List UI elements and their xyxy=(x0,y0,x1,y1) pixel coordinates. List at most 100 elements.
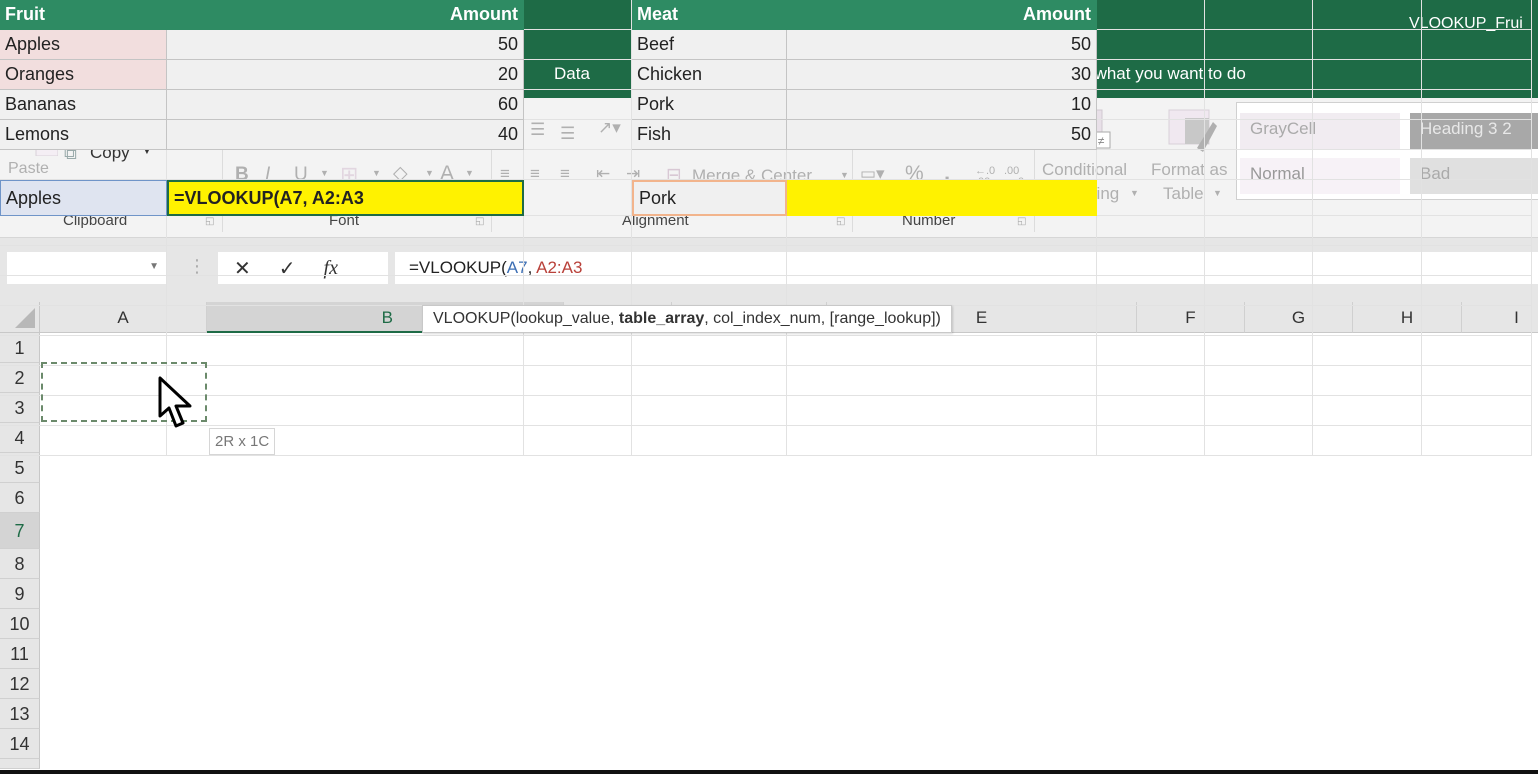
cell-a14[interactable] xyxy=(0,396,167,426)
cell-b13[interactable] xyxy=(167,366,524,396)
cell-g10[interactable] xyxy=(1205,276,1313,306)
meat-amount-header-cell[interactable]: Amount xyxy=(787,0,1097,30)
fruit-name-cell[interactable]: Apples xyxy=(0,30,167,60)
cell-a6[interactable] xyxy=(0,150,167,180)
fruit-amount-cell[interactable]: 40 xyxy=(167,120,524,150)
cell-d6[interactable] xyxy=(632,150,787,180)
meat-amount-cell[interactable]: 30 xyxy=(787,60,1097,90)
cell-i12[interactable] xyxy=(1422,336,1532,366)
cell-e6[interactable] xyxy=(787,150,1097,180)
cell-c12[interactable] xyxy=(524,336,632,366)
result-cell-e7[interactable] xyxy=(787,180,1097,216)
cell-h8[interactable] xyxy=(1313,216,1422,246)
cell-i3[interactable] xyxy=(1422,60,1532,90)
cell-f7[interactable] xyxy=(1097,180,1205,216)
cell-g15[interactable] xyxy=(1205,426,1313,456)
cell-g6[interactable] xyxy=(1205,150,1313,180)
fruit-amount-cell[interactable]: 50 xyxy=(167,30,524,60)
cell-c4[interactable] xyxy=(524,90,632,120)
meat-amount-cell[interactable]: 50 xyxy=(787,30,1097,60)
cell-f2[interactable] xyxy=(1097,30,1205,60)
cell-c9[interactable] xyxy=(524,246,632,276)
cell-h2[interactable] xyxy=(1313,30,1422,60)
cell-a10[interactable] xyxy=(0,276,167,306)
cell-f4[interactable] xyxy=(1097,90,1205,120)
row-header-11[interactable]: 11 xyxy=(0,639,40,669)
meat-amount-cell[interactable]: 50 xyxy=(787,120,1097,150)
cell-e13[interactable] xyxy=(787,366,1097,396)
cell-f10[interactable] xyxy=(1097,276,1205,306)
cell-f3[interactable] xyxy=(1097,60,1205,90)
cell-e15[interactable] xyxy=(787,426,1097,456)
row-header-8[interactable]: 8 xyxy=(0,549,40,579)
cell-i13[interactable] xyxy=(1422,366,1532,396)
cell-h7[interactable] xyxy=(1313,180,1422,216)
cell-d10[interactable] xyxy=(632,276,787,306)
lookup-value-cell-d7[interactable]: Pork xyxy=(632,180,787,216)
cell-d8[interactable] xyxy=(632,216,787,246)
cell-g7[interactable] xyxy=(1205,180,1313,216)
cell-e8[interactable] xyxy=(787,216,1097,246)
cell-g13[interactable] xyxy=(1205,366,1313,396)
cell-c14[interactable] xyxy=(524,396,632,426)
cell-h12[interactable] xyxy=(1313,336,1422,366)
cell-c1[interactable] xyxy=(524,0,632,30)
cell-i11[interactable] xyxy=(1422,306,1532,336)
cell-g3[interactable] xyxy=(1205,60,1313,90)
row-header-partial[interactable] xyxy=(0,759,40,769)
cell-i7[interactable] xyxy=(1422,180,1532,216)
cell-d9[interactable] xyxy=(632,246,787,276)
cell-c7[interactable] xyxy=(524,180,632,216)
cell-e14[interactable] xyxy=(787,396,1097,426)
cell-i8[interactable] xyxy=(1422,216,1532,246)
row-header-12[interactable]: 12 xyxy=(0,669,40,699)
cell-b8[interactable] xyxy=(167,216,524,246)
cell-h14[interactable] xyxy=(1313,396,1422,426)
cell-h1[interactable] xyxy=(1313,0,1422,30)
meat-name-cell[interactable]: Chicken xyxy=(632,60,787,90)
cell-a11[interactable] xyxy=(0,306,167,336)
cell-h6[interactable] xyxy=(1313,150,1422,180)
cell-i4[interactable] xyxy=(1422,90,1532,120)
cell-a9[interactable] xyxy=(0,246,167,276)
cell-h13[interactable] xyxy=(1313,366,1422,396)
cell-i15[interactable] xyxy=(1422,426,1532,456)
cell-c13[interactable] xyxy=(524,366,632,396)
cell-f1[interactable] xyxy=(1097,0,1205,30)
row-header-5[interactable]: 5 xyxy=(0,453,40,483)
cell-f6[interactable] xyxy=(1097,150,1205,180)
cell-g12[interactable] xyxy=(1205,336,1313,366)
cell-f12[interactable] xyxy=(1097,336,1205,366)
fruit-header-cell[interactable]: Fruit xyxy=(0,0,167,30)
fruit-name-cell[interactable]: Bananas xyxy=(0,90,167,120)
cell-i5[interactable] xyxy=(1422,120,1532,150)
cell-c2[interactable] xyxy=(524,30,632,60)
cell-g4[interactable] xyxy=(1205,90,1313,120)
meat-name-cell[interactable]: Pork xyxy=(632,90,787,120)
cell-a13[interactable] xyxy=(0,366,167,396)
cell-h5[interactable] xyxy=(1313,120,1422,150)
row-header-14[interactable]: 14 xyxy=(0,729,40,759)
cell-e9[interactable] xyxy=(787,246,1097,276)
cell-c8[interactable] xyxy=(524,216,632,246)
fruit-amount-header-cell[interactable]: Amount xyxy=(167,0,524,30)
cell-g11[interactable] xyxy=(1205,306,1313,336)
cell-h11[interactable] xyxy=(1313,306,1422,336)
cell-i10[interactable] xyxy=(1422,276,1532,306)
cell-f13[interactable] xyxy=(1097,366,1205,396)
cell-g9[interactable] xyxy=(1205,246,1313,276)
cell-f11[interactable] xyxy=(1097,306,1205,336)
meat-name-cell[interactable]: Fish xyxy=(632,120,787,150)
cell-f5[interactable] xyxy=(1097,120,1205,150)
row-header-10[interactable]: 10 xyxy=(0,609,40,639)
row-header-7[interactable]: 7 xyxy=(0,513,40,549)
cell-b6[interactable] xyxy=(167,150,524,180)
cell-f14[interactable] xyxy=(1097,396,1205,426)
cell-g1[interactable] xyxy=(1205,0,1313,30)
cell-c10[interactable] xyxy=(524,276,632,306)
cell-d15[interactable] xyxy=(632,426,787,456)
fruit-name-cell[interactable]: Lemons xyxy=(0,120,167,150)
cell-b12[interactable] xyxy=(167,336,524,366)
meat-amount-cell[interactable]: 10 xyxy=(787,90,1097,120)
cell-d14[interactable] xyxy=(632,396,787,426)
